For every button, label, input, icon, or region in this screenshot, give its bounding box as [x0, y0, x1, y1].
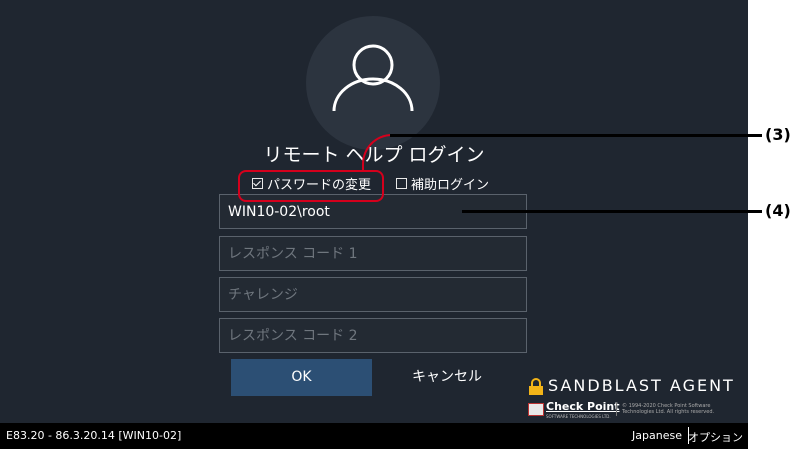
- lock-icon: [529, 378, 543, 395]
- user-icon: [332, 44, 414, 112]
- user-avatar: [306, 16, 440, 150]
- ok-button[interactable]: OK: [231, 359, 372, 396]
- challenge-field[interactable]: [219, 277, 527, 312]
- callout-3-label: (3): [765, 125, 791, 144]
- brand-area: SANDBLAST AGENT Check Point SOFTWARE TEC…: [528, 376, 738, 419]
- version-text: E83.20 - 86.3.20.14 [WIN10-02]: [6, 429, 182, 442]
- status-bar: E83.20 - 86.3.20.14 [WIN10-02] Japanese …: [0, 423, 748, 449]
- options-menu[interactable]: オプション: [688, 429, 743, 445]
- copyright-line-2: Technologies Ltd. All rights reserved.: [622, 409, 715, 415]
- callout-4-leader-line: [462, 210, 762, 213]
- assist-login-checkbox[interactable]: 補助ログイン: [396, 174, 490, 193]
- brand-divider: [616, 402, 617, 416]
- check-point-logo-icon: [528, 403, 544, 416]
- vendor-subtitle: SOFTWARE TECHNOLOGIES LTD.: [546, 414, 611, 419]
- assist-login-label: 補助ログイン: [411, 177, 490, 193]
- language-selector[interactable]: Japanese: [632, 429, 682, 442]
- response-code-1-field[interactable]: [219, 236, 527, 271]
- remote-help-login-screen: リモート ヘルプ ログイン パスワードの変更 補助ログイン OK キャンセル S…: [0, 0, 748, 449]
- vendor-name: Check Point: [546, 400, 620, 413]
- copyright-text: © 1994-2020 Check Point Software Technol…: [622, 403, 714, 415]
- callout-4-label: (4): [765, 201, 791, 220]
- callout-3-highlight-box: [238, 170, 384, 202]
- cancel-button[interactable]: キャンセル: [388, 366, 506, 386]
- response-code-2-field[interactable]: [219, 318, 527, 353]
- checkbox-unchecked-icon[interactable]: [396, 177, 407, 189]
- product-name: SANDBLAST AGENT: [548, 376, 735, 395]
- callout-3-leader-line: [390, 134, 762, 137]
